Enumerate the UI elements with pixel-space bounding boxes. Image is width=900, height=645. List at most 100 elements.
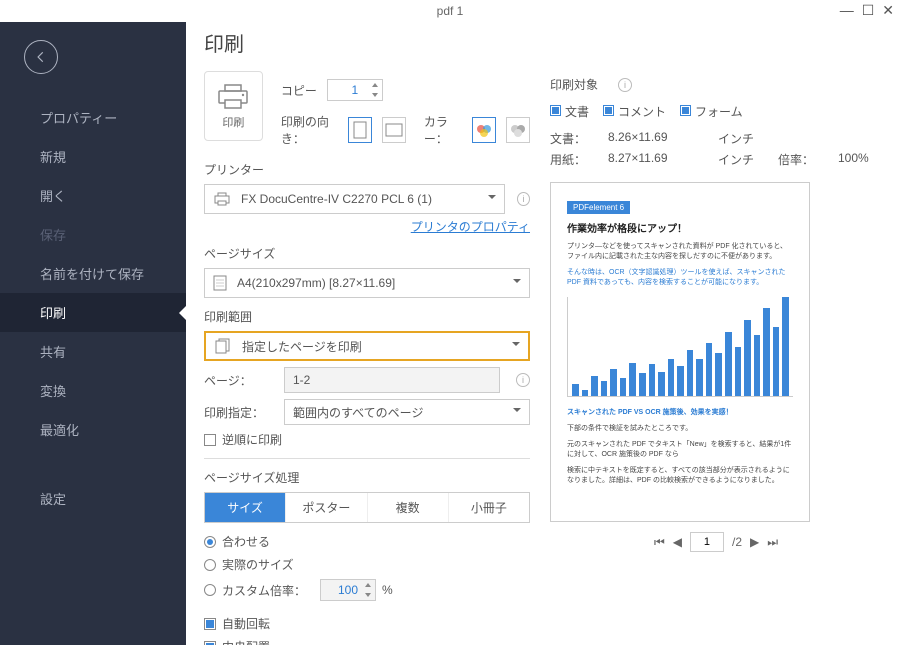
sizing-tabs: サイズ ポスター 複数 小冊子 <box>204 492 530 523</box>
doc-dim-value: 8.26×11.69 <box>608 130 708 147</box>
custom-scale-label: カスタム倍率： <box>222 582 306 599</box>
scale-value: 100% <box>838 151 882 168</box>
paper-dim-label: 用紙： <box>550 151 598 168</box>
page-size-select[interactable]: A4(210x297mm) [8.27×11.69] <box>204 268 530 298</box>
preview-line2: そんな時は、OCR（文字認識処理）ツールを使えば、スキャンされた PDF 資料で… <box>567 267 793 287</box>
preview-subtitle: スキャンされた PDF VS OCR 施策後、効果を実感！ <box>567 407 793 417</box>
copy-count-input[interactable]: 1 <box>327 79 383 101</box>
auto-rotate-label: 自動回転 <box>222 615 270 632</box>
orientation-landscape-button[interactable] <box>382 117 406 143</box>
sidebar-item-save-as[interactable]: 名前を付けて保存 <box>0 254 186 293</box>
page-size-section-label: ページサイズ <box>204 245 530 262</box>
target-doc-label: 文書 <box>565 105 589 119</box>
window-title: pdf 1 <box>437 4 464 18</box>
printer-name: FX DocuCentre-IV C2270 PCL 6 (1) <box>241 192 432 206</box>
pager-first[interactable]: ⏮ <box>654 535 665 550</box>
target-doc-checkbox[interactable] <box>550 105 561 116</box>
pages-input[interactable]: 1-2 <box>284 367 500 393</box>
grayscale-icon <box>509 123 527 137</box>
doc-dim-unit: インチ <box>718 130 768 147</box>
close-button[interactable]: ✕ <box>882 2 894 19</box>
print-preview: PDFelement 6 作業効率が格段にアップ！ プリンタ—などを使ってスキャ… <box>550 182 810 522</box>
print-range-value: 指定したページを印刷 <box>242 338 362 355</box>
pager-current-input[interactable] <box>690 532 724 552</box>
preview-line1: プリンタ—などを使ってスキャンされた資料が PDF 化されていると、ファイル内に… <box>567 241 793 261</box>
pages-label: ページ： <box>204 372 274 389</box>
orientation-portrait-button[interactable] <box>348 117 372 143</box>
preview-line5: 検索に中テキストを既定すると、すべての該当部分が表示されるようになりました。詳細… <box>567 465 793 485</box>
sidebar-item-settings[interactable]: 設定 <box>0 479 186 518</box>
doc-dim-label: 文書： <box>550 130 598 147</box>
custom-scale-input[interactable]: 100 <box>320 579 376 601</box>
paper-dim-unit: インチ <box>718 151 768 168</box>
print-range-section-label: 印刷範囲 <box>204 308 530 325</box>
target-form-label: フォーム <box>695 105 743 119</box>
sidebar-item-open[interactable]: 開く <box>0 176 186 215</box>
target-form-checkbox[interactable] <box>680 105 691 116</box>
info-icon[interactable]: i <box>517 192 530 206</box>
printer-properties-link[interactable]: プリンタのプロパティ <box>204 218 530 235</box>
center-checkbox[interactable] <box>204 641 216 645</box>
orientation-label: 印刷の向き： <box>281 113 338 147</box>
print-button[interactable]: 印刷 <box>204 71 263 141</box>
page-size-value: A4(210x297mm) [8.27×11.69] <box>237 276 395 290</box>
sidebar-item-properties[interactable]: プロパティー <box>0 98 186 137</box>
sidebar-item-print[interactable]: 印刷 <box>0 293 186 332</box>
maximize-button[interactable]: ☐ <box>862 2 875 19</box>
preview-badge: PDFelement 6 <box>567 201 630 214</box>
preview-pager: ⏮ ◀ /2 ▶ ⏭ <box>550 532 882 552</box>
fit-radio[interactable] <box>204 536 216 548</box>
target-comment-checkbox[interactable] <box>603 105 614 116</box>
tab-poster[interactable]: ポスター <box>286 493 367 522</box>
subset-select[interactable]: 範囲内のすべてのページ <box>284 399 530 425</box>
custom-scale-radio[interactable] <box>204 584 216 596</box>
print-button-label: 印刷 <box>222 114 244 130</box>
percent-label: % <box>382 583 393 597</box>
sidebar-item-optimize[interactable]: 最適化 <box>0 410 186 449</box>
pager-last[interactable]: ⏭ <box>767 535 778 550</box>
center-label: 中央配置 <box>222 638 270 645</box>
landscape-icon <box>385 123 403 137</box>
tab-multiple[interactable]: 複数 <box>368 493 449 522</box>
print-range-select[interactable]: 指定したページを印刷 <box>204 331 530 361</box>
portrait-icon <box>353 121 367 139</box>
target-section-label: 印刷対象 <box>550 76 598 93</box>
target-comment-label: コメント <box>618 105 666 119</box>
sizing-section-label: ページサイズ処理 <box>204 469 530 486</box>
preview-line3: 下部の条件で検証を試みたところです。 <box>567 423 793 433</box>
color-label: カラー： <box>424 113 462 147</box>
actual-size-label: 実際のサイズ <box>222 556 294 573</box>
preview-line4: 元のスキャンされた PDF でタキスト「New」を検索すると、結果が1件に対して… <box>567 439 793 459</box>
page-title: 印刷 <box>204 28 530 57</box>
minimize-button[interactable]: — <box>840 2 854 19</box>
page-icon <box>213 275 227 291</box>
title-bar: pdf 1 — ☐ ✕ <box>0 0 900 22</box>
info-icon-pages[interactable]: i <box>516 373 530 387</box>
sidebar-item-save: 保存 <box>0 215 186 254</box>
preview-title: 作業効率が格段にアップ！ <box>567 220 793 235</box>
chevron-left-icon <box>34 50 48 64</box>
printer-section-label: プリンター <box>204 161 530 178</box>
grayscale-button[interactable] <box>506 117 530 143</box>
actual-size-radio[interactable] <box>204 559 216 571</box>
pager-next[interactable]: ▶ <box>750 535 759 549</box>
reverse-order-checkbox[interactable] <box>204 434 216 446</box>
printer-small-icon <box>213 191 231 207</box>
auto-rotate-checkbox[interactable] <box>204 618 216 630</box>
printer-icon <box>216 82 250 110</box>
info-icon-target[interactable]: i <box>618 78 632 92</box>
sidebar: プロパティー 新規 開く 保存 名前を付けて保存 印刷 共有 変換 最適化 設定 <box>0 22 186 645</box>
pages-icon <box>214 338 232 354</box>
sidebar-item-convert[interactable]: 変換 <box>0 371 186 410</box>
back-button[interactable] <box>24 40 58 74</box>
sidebar-item-share[interactable]: 共有 <box>0 332 186 371</box>
tab-booklet[interactable]: 小冊子 <box>449 493 529 522</box>
sidebar-item-new[interactable]: 新規 <box>0 137 186 176</box>
copy-label: コピー <box>281 82 317 99</box>
tab-size[interactable]: サイズ <box>205 493 286 522</box>
printer-select[interactable]: FX DocuCentre-IV C2270 PCL 6 (1) <box>204 184 505 214</box>
pager-prev[interactable]: ◀ <box>673 535 682 549</box>
preview-chart <box>567 297 793 397</box>
color-button[interactable] <box>472 117 496 143</box>
color-icon <box>475 123 493 137</box>
